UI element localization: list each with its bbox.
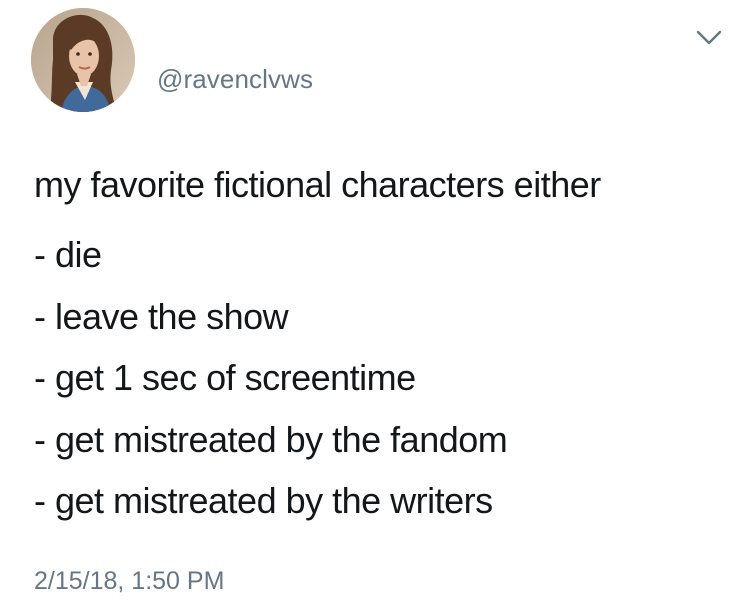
list-item: - die: [34, 234, 102, 275]
list-item: - get mistreated by the fandom: [34, 418, 508, 460]
avatar-photo: [31, 8, 135, 112]
tweet-text: my favorite fictional characters either …: [34, 160, 734, 532]
tweet-list: - die - leave the show - get 1 sec of sc…: [34, 224, 734, 532]
list-item: - get mistreated by the writers: [34, 480, 493, 521]
list-item: - get 1 sec of screentime: [34, 357, 416, 398]
list-item: - leave the show: [34, 295, 289, 337]
tweet-timestamp[interactable]: 2/15/18, 1:50 PM: [34, 565, 224, 597]
avatar[interactable]: [31, 8, 135, 112]
tweet-intro: my favorite fictional characters either: [34, 164, 601, 205]
chevron-down-icon[interactable]: [693, 26, 725, 50]
user-handle[interactable]: @ravenclvws: [157, 64, 313, 94]
